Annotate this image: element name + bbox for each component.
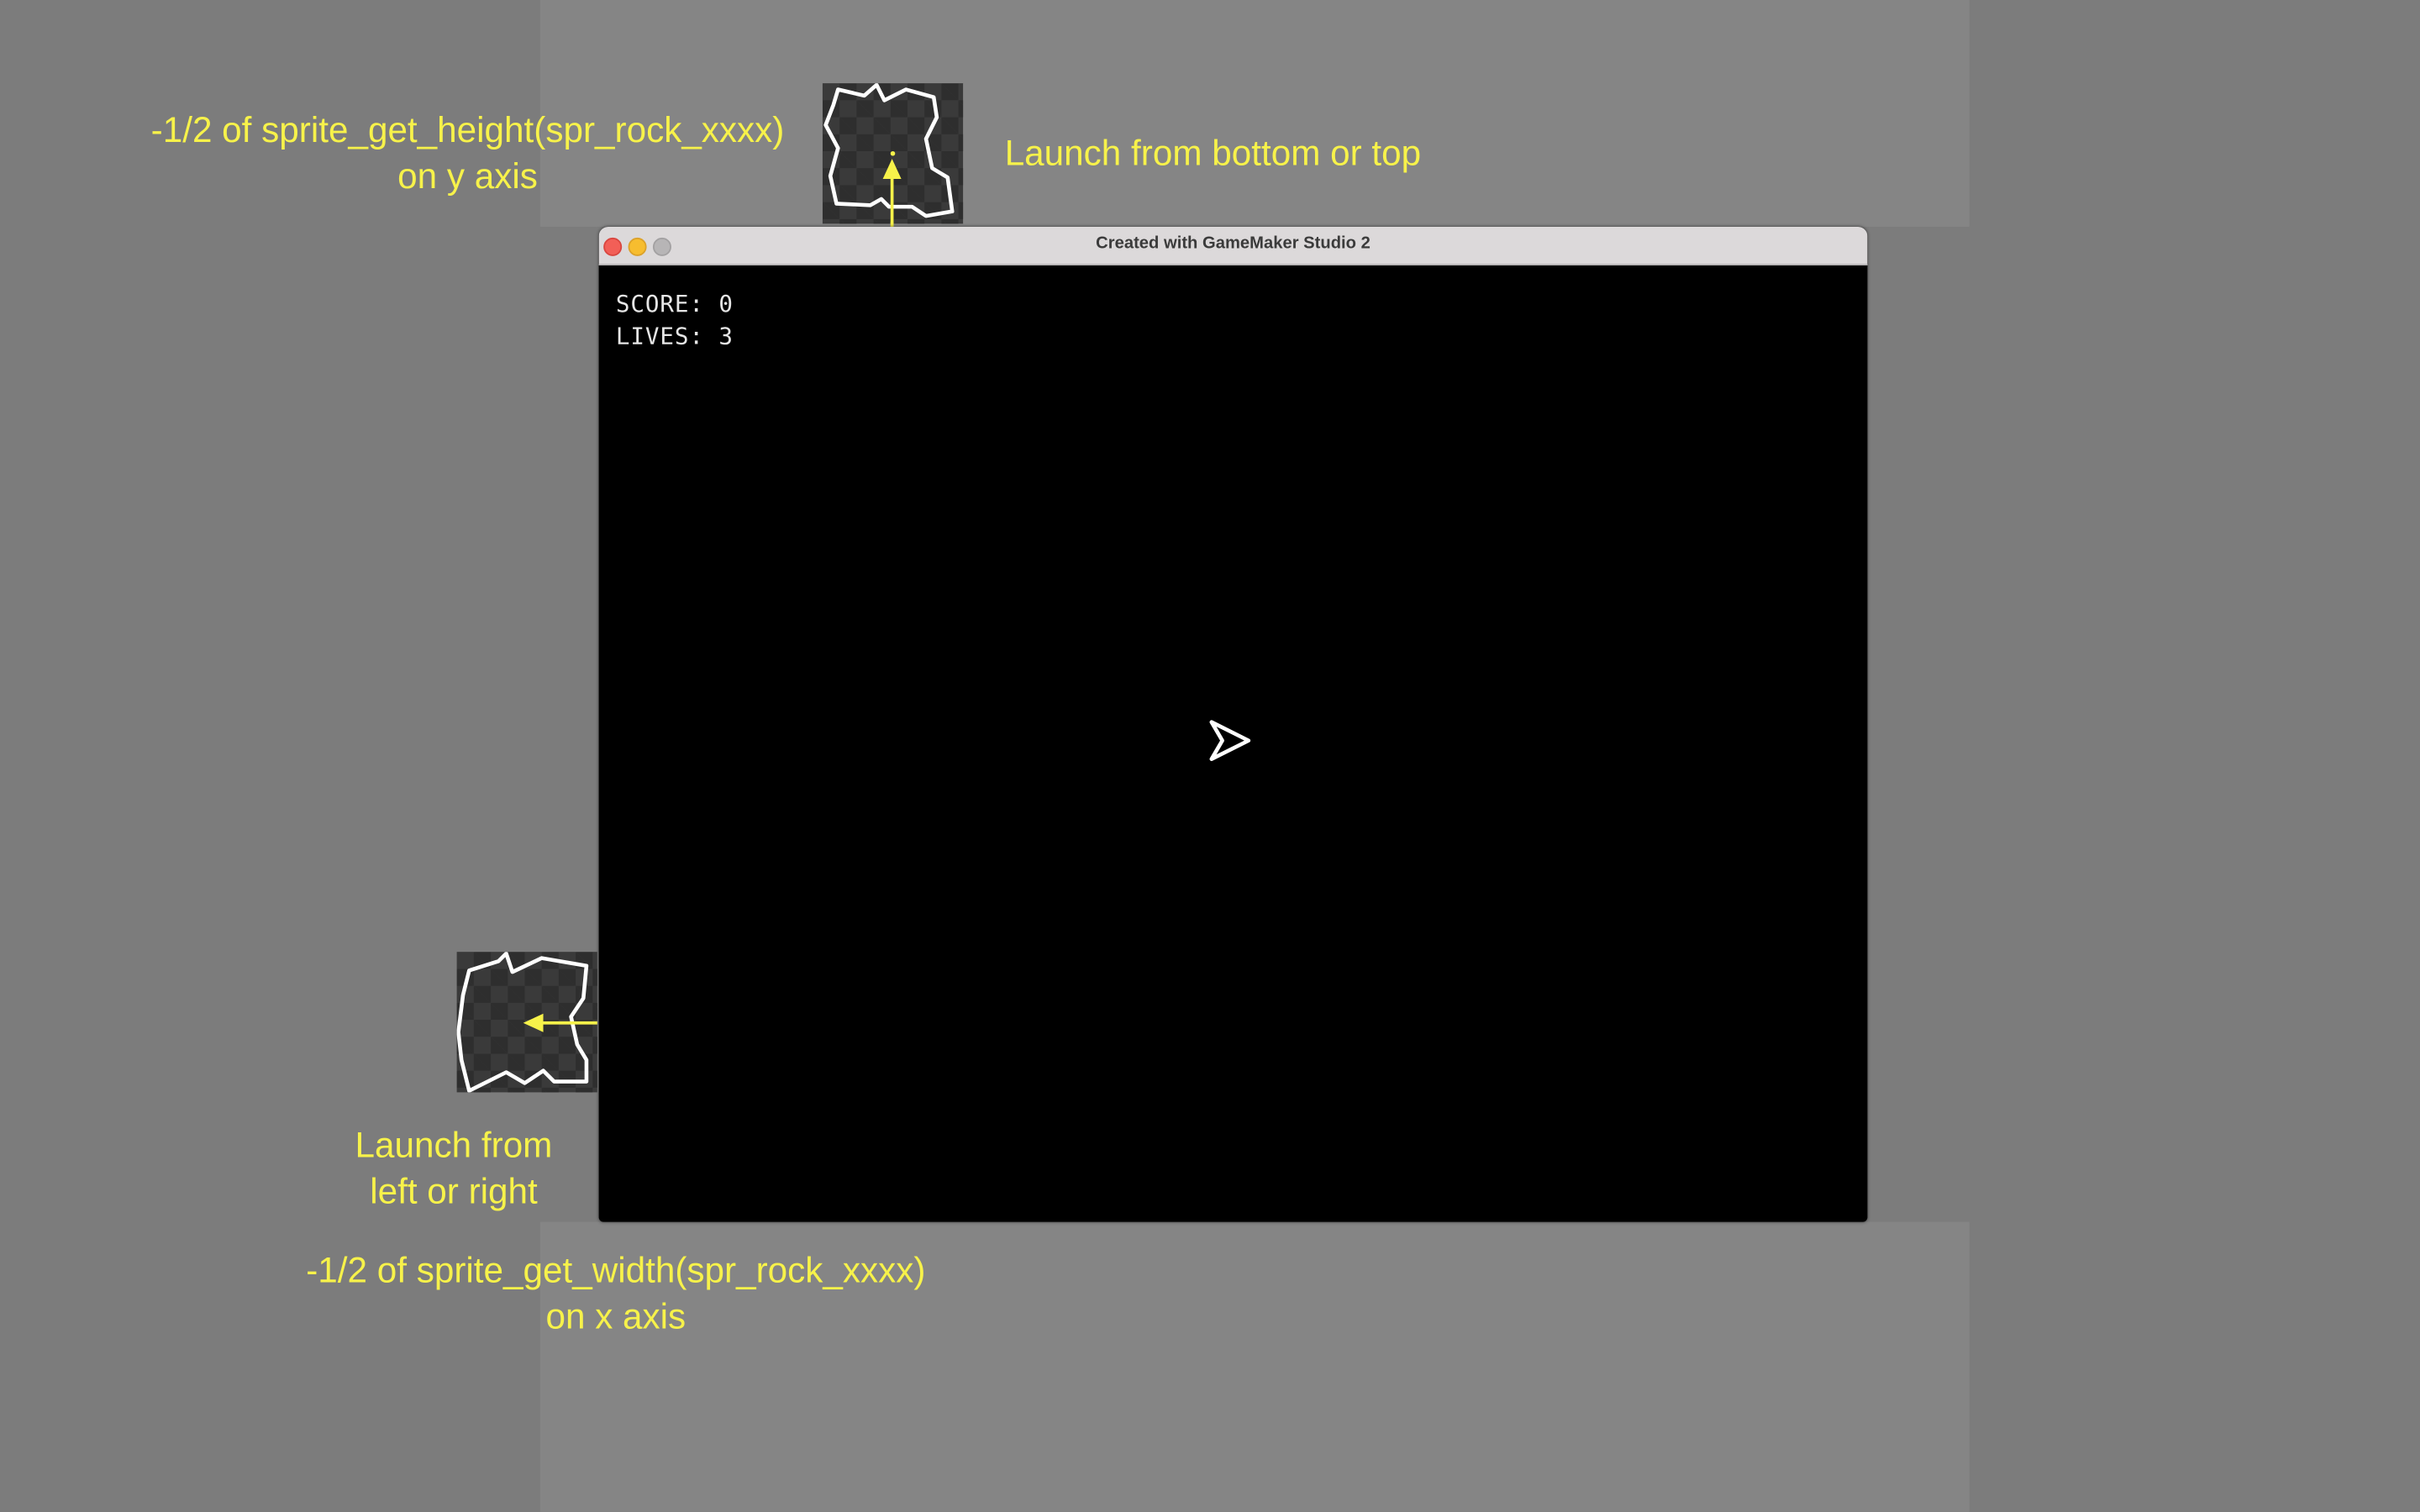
launch-top-annotation: Launch from bottom or top [1004, 132, 1422, 173]
rock-sprite-top [822, 83, 964, 224]
rock-outline-icon [823, 83, 955, 224]
side-offset-annotation: -1/2 of sprite_get_width(spr_rock_xxxx) … [275, 1247, 957, 1339]
top-offset-line1: -1/2 of sprite_get_height(spr_rock_xxxx) [150, 109, 785, 150]
top-offset-line2: on y axis [397, 155, 538, 197]
window-titlebar[interactable]: Created with GameMaker Studio 2 [598, 226, 1868, 265]
player-ship-icon [1209, 720, 1251, 761]
launch-side-line1: Launch from [355, 1124, 553, 1165]
side-offset-line2: on x axis [545, 1295, 687, 1336]
lives-label: LIVES: 3 [615, 322, 734, 350]
score-label: SCORE: 0 [615, 290, 734, 318]
rock-outline-icon [456, 952, 597, 1093]
launch-side-line2: left or right [370, 1171, 538, 1211]
top-offset-annotation: -1/2 of sprite_get_height(spr_rock_xxxx)… [124, 107, 812, 199]
desktop-canvas: -1/2 of sprite_get_height(spr_rock_xxxx)… [0, 0, 2420, 1512]
game-window[interactable]: Created with GameMaker Studio 2 SCORE: 0… [598, 226, 1868, 1222]
launch-side-annotation: Launch from left or right [299, 1121, 608, 1214]
window-title: Created with GameMaker Studio 2 [1096, 234, 1370, 254]
side-offset-line1: -1/2 of sprite_get_width(spr_rock_xxxx) [306, 1249, 926, 1290]
rock-sprite-left [456, 952, 597, 1093]
